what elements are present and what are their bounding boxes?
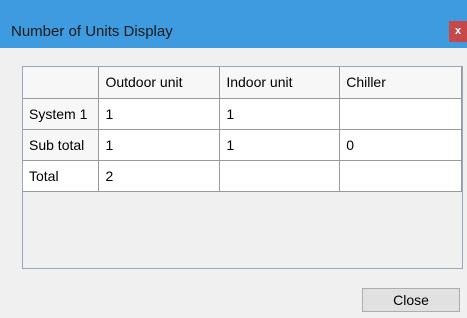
cell-sub-total-chiller[interactable]: 0 [339,129,462,161]
cell-sub-total-outdoor[interactable]: 1 [98,129,221,161]
column-header-chiller[interactable]: Chiller [339,67,462,99]
table-row: Total 2 [23,160,462,192]
close-button[interactable]: Close [362,288,460,312]
title-bar[interactable]: Number of Units Display x [0,0,467,48]
row-header-sub-total[interactable]: Sub total [23,129,100,161]
column-header-indoor-unit[interactable]: Indoor unit [219,67,341,99]
units-table-panel: Outdoor unit Indoor unit Chiller System … [22,66,463,269]
table-row: Sub total 1 1 0 [23,129,462,161]
cell-system-1-chiller[interactable] [339,98,462,130]
cell-total-outdoor[interactable]: 2 [98,160,221,192]
units-display-dialog: Number of Units Display x Outdoor unit I… [0,0,467,318]
row-header-system-1[interactable]: System 1 [23,98,100,130]
table-header-row: Outdoor unit Indoor unit Chiller [23,67,462,99]
column-header-outdoor-unit[interactable]: Outdoor unit [98,67,221,99]
cell-total-indoor[interactable] [219,160,341,192]
window-title: Number of Units Display [11,23,173,40]
cell-sub-total-indoor[interactable]: 1 [219,129,341,161]
cell-system-1-indoor[interactable]: 1 [219,98,341,130]
corner-header-cell [23,67,100,99]
cell-system-1-outdoor[interactable]: 1 [98,98,221,130]
close-window-icon[interactable]: x [449,21,467,42]
row-header-total[interactable]: Total [23,160,100,192]
units-table: Outdoor unit Indoor unit Chiller System … [23,67,462,192]
cell-total-chiller[interactable] [339,160,462,192]
table-row: System 1 1 1 [23,98,462,130]
